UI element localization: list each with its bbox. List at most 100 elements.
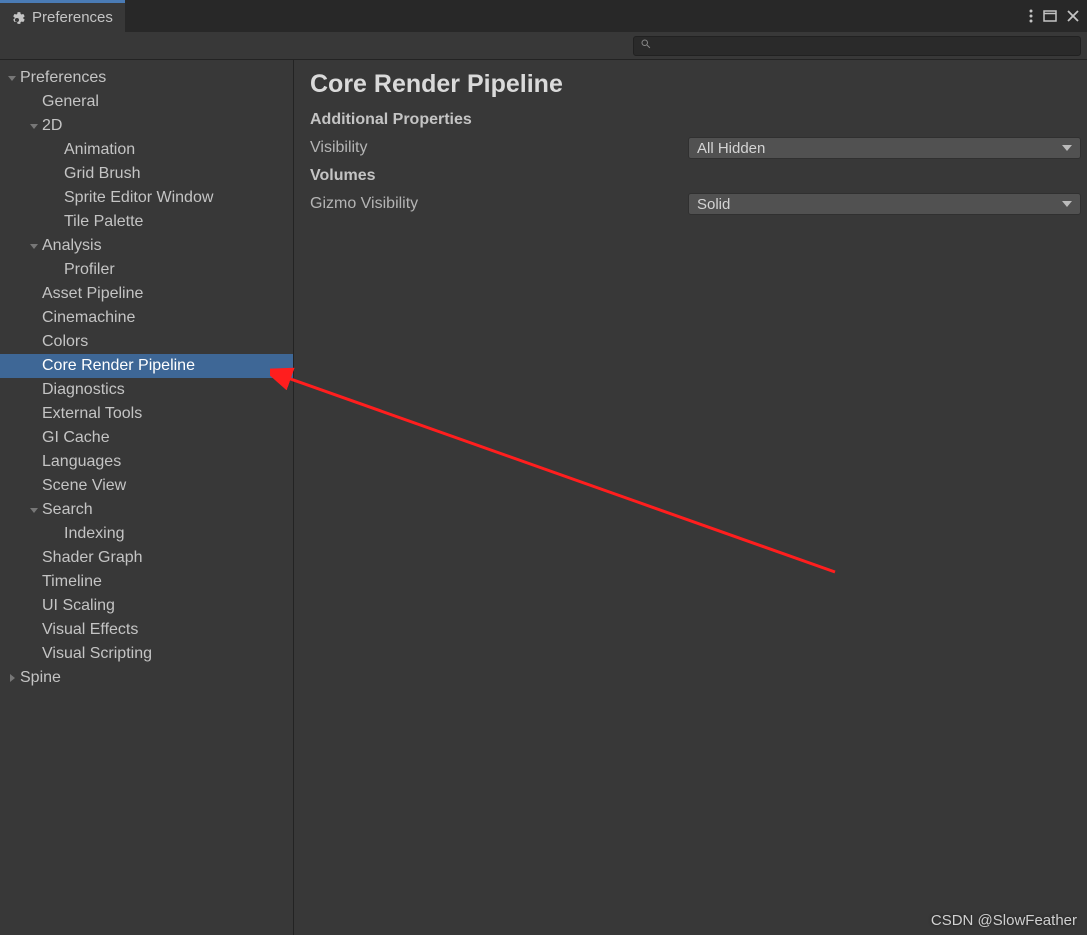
tree-item-label: Tile Palette — [64, 210, 143, 234]
tree-item[interactable]: Asset Pipeline — [0, 282, 293, 306]
tree-item-label: Cinemachine — [42, 306, 135, 330]
tree-item-label: Diagnostics — [42, 378, 125, 402]
tree-spacer — [26, 358, 42, 374]
tree-spacer — [48, 262, 64, 278]
tree-spacer — [26, 94, 42, 110]
tree-item[interactable]: GI Cache — [0, 426, 293, 450]
settings-panel: Core Render Pipeline Additional Properti… — [294, 60, 1087, 935]
expand-arrow-icon[interactable] — [26, 238, 42, 254]
maximize-icon[interactable] — [1043, 10, 1057, 22]
tree-item[interactable]: External Tools — [0, 402, 293, 426]
visibility-value: All Hidden — [697, 140, 765, 157]
tree-item-label: UI Scaling — [42, 594, 115, 618]
tree-item-label: Animation — [64, 138, 135, 162]
chevron-down-icon — [1062, 201, 1072, 207]
tree-item-label: GI Cache — [42, 426, 110, 450]
tree-item[interactable]: Indexing — [0, 522, 293, 546]
visibility-dropdown[interactable]: All Hidden — [688, 137, 1081, 159]
tree-spacer — [48, 190, 64, 206]
tree-item-label: Shader Graph — [42, 546, 143, 570]
tree-item[interactable]: Languages — [0, 450, 293, 474]
tree-item-label: Scene View — [42, 474, 126, 498]
tree-item-label: Grid Brush — [64, 162, 140, 186]
tree-item-label: Languages — [42, 450, 121, 474]
gizmo-visibility-dropdown[interactable]: Solid — [688, 193, 1081, 215]
toolbar — [0, 32, 1087, 60]
tree-item[interactable]: Colors — [0, 330, 293, 354]
tree-item-label: Search — [42, 498, 93, 522]
tab-title: Preferences — [32, 9, 113, 26]
tree-item[interactable]: UI Scaling — [0, 594, 293, 618]
tree-item[interactable]: Analysis — [0, 234, 293, 258]
page-title: Core Render Pipeline — [310, 70, 1081, 99]
expand-arrow-icon[interactable] — [26, 502, 42, 518]
tree-item-label: Spine — [20, 666, 61, 690]
tree-item[interactable]: General — [0, 90, 293, 114]
gizmo-visibility-label: Gizmo Visibility — [310, 195, 688, 213]
gizmo-visibility-row: Gizmo Visibility Solid — [310, 191, 1081, 217]
gear-icon — [12, 11, 26, 25]
search-box[interactable] — [633, 36, 1081, 56]
visibility-row: Visibility All Hidden — [310, 135, 1081, 161]
close-icon[interactable] — [1067, 10, 1079, 22]
tree-spacer — [26, 334, 42, 350]
tree-spacer — [26, 286, 42, 302]
preferences-tab[interactable]: Preferences — [0, 0, 125, 32]
tree-spacer — [26, 478, 42, 494]
tree-item-label: Preferences — [20, 66, 106, 90]
search-input[interactable] — [656, 38, 1074, 53]
visibility-label: Visibility — [310, 139, 688, 157]
tree-item[interactable]: Animation — [0, 138, 293, 162]
tree-item-label: Colors — [42, 330, 88, 354]
tree-item-label: Visual Scripting — [42, 642, 152, 666]
chevron-down-icon — [1062, 145, 1072, 151]
section-additional-properties: Additional Properties — [310, 111, 1081, 129]
gizmo-visibility-value: Solid — [697, 196, 730, 213]
tree-item[interactable]: Tile Palette — [0, 210, 293, 234]
window-titlebar: Preferences — [0, 0, 1087, 32]
tree-item-label: Asset Pipeline — [42, 282, 143, 306]
tree-item[interactable]: Visual Effects — [0, 618, 293, 642]
tree-item-label: Profiler — [64, 258, 115, 282]
tree-item[interactable]: Visual Scripting — [0, 642, 293, 666]
tree-spacer — [26, 646, 42, 662]
expand-arrow-icon[interactable] — [4, 670, 20, 686]
tree-spacer — [48, 166, 64, 182]
tree-spacer — [26, 382, 42, 398]
tree-item[interactable]: Search — [0, 498, 293, 522]
tree-item-label: General — [42, 90, 99, 114]
tree-spacer — [26, 454, 42, 470]
tree-item-label: Timeline — [42, 570, 102, 594]
tree-item[interactable]: Grid Brush — [0, 162, 293, 186]
tree-item-label: Sprite Editor Window — [64, 186, 213, 210]
tree-item[interactable]: Core Render Pipeline — [0, 354, 293, 378]
tree-spacer — [26, 574, 42, 590]
tree-item[interactable]: Scene View — [0, 474, 293, 498]
tree-spacer — [26, 550, 42, 566]
tree-item-label: Core Render Pipeline — [42, 354, 195, 378]
tree-spacer — [26, 310, 42, 326]
tree-spacer — [48, 526, 64, 542]
tree-item-label: Analysis — [42, 234, 102, 258]
tree-item[interactable]: 2D — [0, 114, 293, 138]
tree-item[interactable]: Profiler — [0, 258, 293, 282]
tree-item[interactable]: Timeline — [0, 570, 293, 594]
tree-item-label: 2D — [42, 114, 62, 138]
context-menu-icon[interactable] — [1029, 9, 1033, 23]
tree-item[interactable]: Preferences — [0, 66, 293, 90]
expand-arrow-icon[interactable] — [4, 70, 20, 86]
section-volumes: Volumes — [310, 167, 1081, 185]
tree-spacer — [48, 142, 64, 158]
tree-item[interactable]: Sprite Editor Window — [0, 186, 293, 210]
tree-item[interactable]: Cinemachine — [0, 306, 293, 330]
tree-item[interactable]: Shader Graph — [0, 546, 293, 570]
tree-spacer — [26, 622, 42, 638]
tree-item-label: Indexing — [64, 522, 125, 546]
tree-spacer — [26, 430, 42, 446]
tree-item[interactable]: Diagnostics — [0, 378, 293, 402]
watermark: CSDN @SlowFeather — [931, 912, 1077, 929]
tree-item-label: External Tools — [42, 402, 142, 426]
tree-item[interactable]: Spine — [0, 666, 293, 690]
tree-spacer — [26, 598, 42, 614]
expand-arrow-icon[interactable] — [26, 118, 42, 134]
